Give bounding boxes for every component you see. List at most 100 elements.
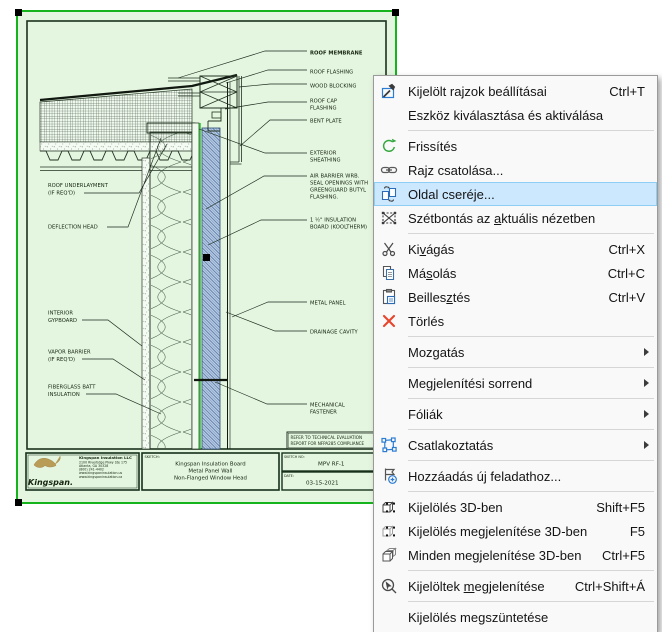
drawing-label: INSULATION (48, 392, 80, 398)
show-all-3d-icon (374, 546, 404, 564)
note-line: REPORT FOR NFPA285 COMPLIANCE (291, 441, 365, 446)
drawing-label: GYPBOARD (48, 318, 77, 324)
add-task-icon (374, 467, 404, 485)
swap-page-icon (374, 185, 404, 203)
drawing-label: GREENGUARD BUTYL (310, 188, 366, 194)
drawing-label: (IF REQ'D) (48, 357, 75, 363)
menu-separator (408, 491, 654, 492)
context-menu: Kijelölt rajzok beállításai Ctrl+T Eszkö… (373, 75, 658, 632)
date-label: DATE: (284, 474, 294, 478)
drawing-label: ROOF UNDERLAYMENT (48, 183, 109, 189)
kingspan-logo-text: Kingspan. (28, 478, 73, 487)
sketch-title-line: Kingspan Insulation Board (175, 462, 245, 468)
drawing-label: (IF REQ'D) (48, 191, 75, 197)
menu-item-add-to-new-task[interactable]: Hozzáadás új feladathoz... (374, 464, 657, 488)
menu-item-display-order[interactable]: Megjelenítési sorrend (374, 371, 657, 395)
date-value: 03-15-2021 (306, 481, 339, 487)
menu-item-copy[interactable]: Másolás Ctrl+C (374, 261, 657, 285)
menu-separator (408, 233, 654, 234)
menu-item-refresh[interactable]: Frissítés (374, 134, 657, 158)
shortcut: Shift+F5 (596, 500, 657, 515)
shortcut: Ctrl+F5 (602, 548, 657, 563)
drawing-label: WOOD BLOCKING (310, 84, 356, 90)
shortcut: Ctrl+Shift+Á (575, 579, 657, 594)
menu-separator (408, 429, 654, 430)
menu-item-link-drawing[interactable]: Rajz csatolása... (374, 158, 657, 182)
settings-icon (374, 82, 404, 100)
shortcut: Ctrl+V (609, 290, 657, 305)
drawing-label: ROOF MEMBRANE (310, 51, 363, 57)
copy-icon (374, 264, 404, 282)
submenu-arrow-icon (644, 410, 649, 418)
drawing-label: VAPOR BARRIER (48, 350, 91, 356)
drawing-label: DEFLECTION HEAD (48, 225, 98, 231)
note-line: REFER TO TECHNICAL EVALUATION (291, 435, 363, 440)
shortcut: Ctrl+T (609, 84, 657, 99)
menu-item-show-selection-in-3d[interactable]: Kijelölés megjelenítése 3D-ben F5 (374, 519, 657, 543)
drawing-label: FLASHING (310, 106, 337, 112)
sketch-no-value: MPV RF-1 (318, 462, 345, 468)
menu-item-explode-in-current-view[interactable]: Szétbontás az aktuális nézetben (374, 206, 657, 230)
menu-item-move[interactable]: Mozgatás (374, 340, 657, 364)
submenu-arrow-icon (644, 379, 649, 387)
menu-item-cut[interactable]: Kivágás Ctrl+X (374, 237, 657, 261)
submenu-arrow-icon (644, 348, 649, 356)
shortcut: F5 (630, 524, 657, 539)
explode-icon (374, 209, 404, 227)
menu-item-layers[interactable]: Fóliák (374, 402, 657, 426)
drawing-label: FASTENER (310, 410, 337, 416)
show-selection-3d-icon (374, 522, 404, 540)
menu-item-show-all-in-3d[interactable]: Minden megjelenítése 3D-ben Ctrl+F5 (374, 543, 657, 567)
menu-item-paste[interactable]: Beillesztés Ctrl+V (374, 285, 657, 309)
menu-separator (408, 130, 654, 131)
drawing-label: SEAL OPENINGS WITH (310, 181, 368, 187)
select-3d-icon (374, 498, 404, 516)
delete-icon (374, 312, 404, 330)
menu-item-selected-drawing-settings[interactable]: Kijelölt rajzok beállításai Ctrl+T (374, 79, 657, 103)
magnifier-icon (374, 577, 404, 595)
menu-item-delete[interactable]: Törlés (374, 309, 657, 333)
drawing-label: SHEATHING (310, 158, 341, 164)
menu-separator (408, 460, 654, 461)
drawing-label: DRAINAGE CAVITY (310, 330, 359, 336)
drawing-label: 1 ½" INSULATION (310, 217, 356, 224)
menu-separator (408, 570, 654, 571)
sketch-no-label: SKETCH NO: (284, 455, 305, 459)
wall-assembly (142, 82, 230, 449)
exterior-sheathing (192, 123, 199, 449)
shortcut: Ctrl+C (608, 266, 657, 281)
drawing-label: EXTERIOR (310, 151, 337, 157)
sketch-label: SKETCH: (145, 455, 160, 459)
menu-item-show-selected[interactable]: Kijelöltek megjelenítése Ctrl+Shift+Á (374, 574, 657, 598)
selection-handle[interactable] (203, 254, 210, 261)
paste-icon (374, 288, 404, 306)
selection-handle[interactable] (392, 9, 399, 16)
submenu-arrow-icon (644, 441, 649, 449)
selection-handle[interactable] (15, 9, 22, 16)
drawing-label: ROOF CAP (310, 99, 337, 105)
screen: ROOF MEMBRANE ROOF FLASHING WOOD BLOCKIN… (0, 0, 662, 632)
drawing-label: ROOF FLASHING (310, 70, 353, 76)
menu-item-replace-page[interactable]: Oldal cseréje... (374, 182, 657, 206)
menu-item-deselect[interactable]: Kijelölés megszüntetése (374, 605, 657, 629)
company-url: www.kingspaninsulation.ca (79, 475, 122, 479)
menu-separator (408, 367, 654, 368)
scissors-icon (374, 240, 404, 258)
menu-separator (408, 398, 654, 399)
menu-separator (408, 336, 654, 337)
drawing-label: BENT PLATE (310, 119, 342, 125)
shortcut: Ctrl+X (609, 242, 657, 257)
menu-item-select-activate-tool[interactable]: Eszköz kiválasztása és aktiválása (374, 103, 657, 127)
drawing-label: INTERIOR (48, 311, 73, 317)
selection-handle[interactable] (15, 499, 22, 506)
drawing-label: AIR BARRIER WRB. (310, 174, 360, 180)
link-icon (374, 161, 404, 179)
fiberglass-batt (151, 133, 191, 448)
drawing-label: MECHANICAL (310, 403, 345, 409)
menu-item-select-in-3d[interactable]: Kijelölés 3D-ben Shift+F5 (374, 495, 657, 519)
menu-separator (408, 601, 654, 602)
drawing-label: METAL PANEL (310, 301, 346, 307)
connect-nodes-icon (374, 436, 404, 454)
menu-item-connect[interactable]: Csatlakoztatás (374, 433, 657, 457)
drawing-label: FIBERGLASS BATT (48, 385, 96, 391)
